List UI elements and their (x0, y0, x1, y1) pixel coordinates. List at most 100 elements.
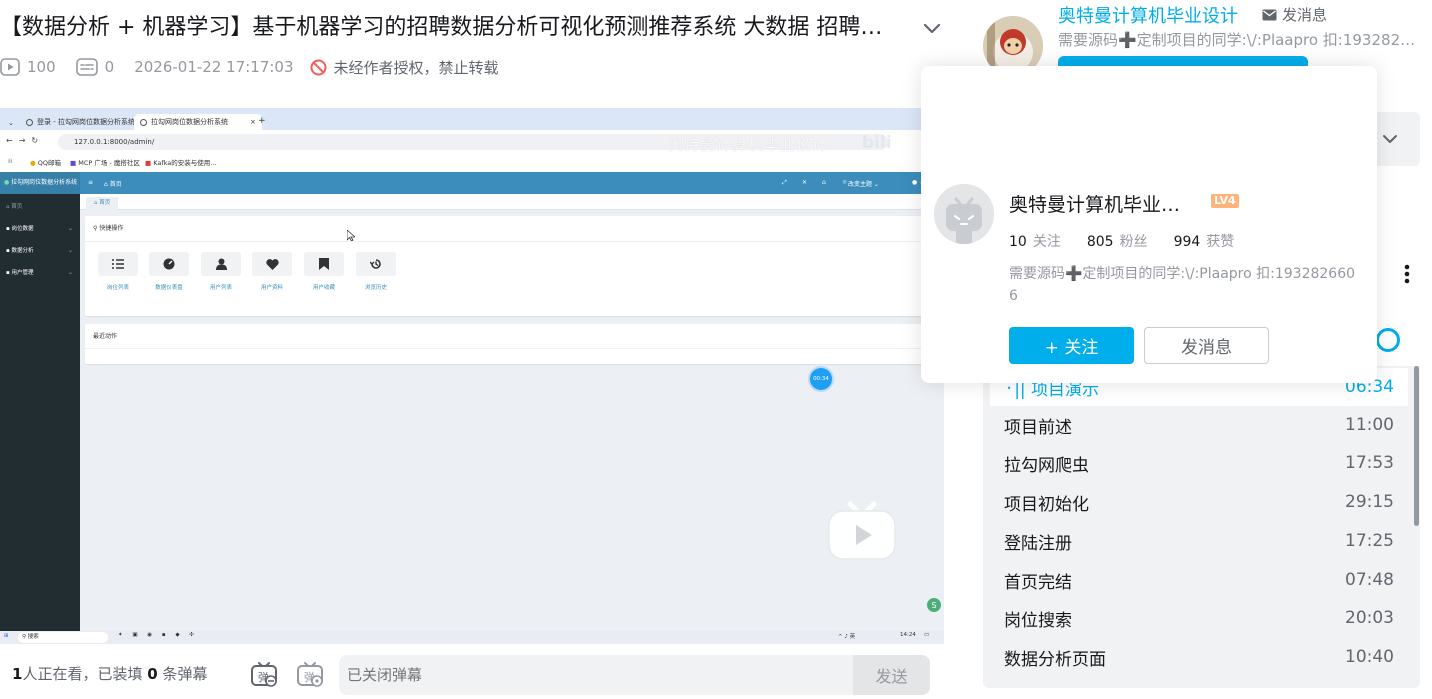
admin-brand: ● 拉勾网岗位数据分析系统 (0, 172, 80, 194)
notification-icon: ▭ (924, 632, 930, 638)
browser-tab-label: 拉勾网岗位数据分析系统 (151, 118, 228, 126)
episode-title: 项目前述 (1004, 417, 1072, 438)
danmaku-input[interactable] (339, 655, 854, 695)
video-watermark: 奥特曼计算机毕业设计 (668, 136, 829, 154)
new-tab-icon: + (258, 116, 266, 126)
recent-actions-title: 最近动作 (93, 333, 118, 340)
admin-tab-bar: ⌂ 首页 (80, 194, 944, 210)
menu-toggle-icon: ≡ (88, 179, 94, 186)
episode-title: 岗位搜索 (1004, 610, 1072, 631)
home-icon: ⌂ (822, 179, 826, 186)
following-stat[interactable]: 10 关注 (1009, 231, 1061, 251)
episode-item[interactable]: 拉勾网爬虫 17:53 (990, 444, 1408, 482)
browser-tab-strip: ⌄ 登录 - 拉勾网岗位数据分析系统 × 拉勾网岗位数据分析系统 × + (0, 108, 944, 130)
author-message-button[interactable]: 发消息 (1262, 4, 1327, 25)
user-icon (215, 258, 227, 270)
danmaku-count-icon (75, 58, 98, 76)
admin-sidebar: ⌂ 首页 ▪ 岗位数据 ⌄ ▪ 数据分析 ⌄ ▪ 用户管理 ⌄ (0, 194, 80, 644)
quick-actions-panel: ⚲ 快捷操作 岗位列表 数据仪表盘 用户列表 用户资料 用户收藏 浏览历史 (85, 216, 935, 316)
more-options-icon[interactable] (1400, 262, 1414, 286)
user-card-avatar[interactable] (934, 184, 994, 244)
bookmark-item: ● QQ邮箱 (30, 159, 61, 167)
bookmark-icon (319, 258, 329, 270)
bookmark-item: ■ Kafka的安装与使用... (145, 159, 217, 167)
bookmark-item: ■ MCP 广场 - 魔搭社区 (70, 159, 140, 167)
danmaku-send-button[interactable]: 发送 (853, 655, 930, 695)
episode-list-scrollbar[interactable] (1414, 366, 1419, 526)
admin-home-link: ⌂ 首页 (104, 181, 122, 188)
episode-title: 数据分析页面 (1004, 649, 1106, 670)
author-description: 需要源码➕定制项目的同学:\/:Plaapro 扣:1932826606 (1058, 31, 1418, 49)
taskbar-apps: ✦ ▣ ◉ ▪ ◆ ✣ (118, 632, 198, 638)
video-title: 【数据分析 + 机器学习】基于机器学习的招聘数据分析可视化预测推荐系统 大数据 … (0, 15, 895, 40)
quick-action: 数据仪表盘 (149, 252, 189, 291)
admin-main: ⌂ 首页 ⚲ 快捷操作 岗位列表 数据仪表盘 用户列表 用户资料 用户收藏 浏览… (80, 194, 944, 644)
follow-button[interactable]: + 关注 (1009, 327, 1134, 364)
video-player[interactable]: ⌄ 登录 - 拉勾网岗位数据分析系统 × 拉勾网岗位数据分析系统 × + ←→↻… (0, 104, 944, 644)
apps-icon: ⁞⁞ (8, 157, 13, 165)
quick-action: 用户资料 (252, 252, 292, 291)
mail-icon (1262, 9, 1277, 20)
history-icon (370, 259, 381, 269)
admin-sidebar-item: ▪ 数据分析 ⌄ (6, 247, 73, 254)
chevron-down-icon[interactable] (920, 16, 944, 40)
danmaku-settings-icon[interactable]: 弹 (296, 660, 324, 688)
chevron-down-icon[interactable] (1378, 127, 1402, 151)
danmaku-bar: 1人正在看，已装填 0 条弹幕 弹 弹 发送 (0, 644, 944, 699)
timestamp-bubble: 00:34 (810, 368, 832, 390)
episode-item[interactable]: 项目前述 11:00 (990, 406, 1408, 444)
episode-duration: 10:40 (1345, 647, 1394, 667)
user-card-popup: 奥特曼计算机毕业… LV4 10 关注 805 粉丝 994 获赞 需要源码➕定制项目… (921, 66, 1377, 383)
episode-item[interactable]: 登陆注册 17:25 (990, 522, 1408, 560)
danmaku-toggle-icon[interactable]: 弹 (250, 660, 278, 688)
episode-duration: 20:03 (1345, 608, 1394, 628)
episode-title: 首页完结 (1004, 572, 1072, 593)
list-icon (112, 259, 124, 269)
play-count: 100 (0, 58, 56, 76)
danmaku-count: 0 (75, 58, 114, 76)
status-badge: S (927, 598, 941, 612)
recent-actions-panel: 最近动作 (85, 324, 935, 364)
expand-icon: ⤢ (782, 179, 787, 186)
episode-item[interactable]: 数据分析页面 10:40 (990, 638, 1408, 676)
no-repost-icon (310, 59, 326, 75)
windows-start-icon: ⊞ (4, 633, 9, 639)
episode-duration: 17:53 (1345, 453, 1394, 473)
dashboard-icon (163, 258, 175, 270)
watching-status: 1人正在看，已装填 0 条弹幕 (12, 665, 208, 683)
episode-duration: 17:25 (1345, 531, 1394, 551)
user-card-name[interactable]: 奥特曼计算机毕业… (1009, 190, 1180, 217)
episode-duration: 11:00 (1345, 415, 1394, 435)
play-button-icon[interactable] (826, 494, 898, 562)
episode-title: 登陆注册 (1004, 533, 1072, 554)
fans-stat[interactable]: 805 粉丝 (1087, 231, 1148, 251)
taskbar-time: 14:24 (900, 632, 916, 638)
episode-item[interactable]: 首页完结 07:48 (990, 561, 1408, 599)
admin-sidebar-item: ⌂ 首页 (6, 204, 23, 210)
episode-item[interactable]: 岗位搜索 20:03 (990, 599, 1408, 637)
mouse-cursor-icon (347, 230, 355, 241)
message-button[interactable]: 发消息 (1144, 327, 1269, 364)
author-name[interactable]: 奥特曼计算机毕业设计 (1058, 2, 1238, 28)
admin-tab-home: ⌂ 首页 (86, 197, 119, 210)
theme-switch: 改变主题 ⌄ (848, 181, 879, 188)
windows-taskbar: ⊞ ⚲ 搜索 ✦ ▣ ◉ ▪ ◆ ✣ ^ ♪ 英 14:24 ▭ (0, 631, 944, 644)
browser-menu-icon: ⌄ (8, 119, 14, 127)
admin-top-bar: ● 拉勾网岗位数据分析系统 ≡ ⌂ 首页 ⤢ ✕ ⌂ ☼ 改变主题 ⌄ ● ⌄ (0, 172, 944, 194)
play-count-icon (0, 58, 20, 76)
episode-duration: 29:15 (1345, 492, 1394, 512)
publish-time: 2026-01-22 17:17:03 (134, 58, 294, 76)
copyright-notice: 未经作者授权，禁止转载 (310, 57, 499, 78)
episode-item[interactable]: 项目初始化 29:15 (990, 483, 1408, 521)
browser-tab-label: 登录 - 拉勾网岗位数据分析系统 (37, 118, 135, 126)
likes-stat: 994 获赞 (1173, 234, 1235, 250)
browser-nav-icons: ←→↻ (6, 136, 45, 145)
episode-list: ᛫|| 项目演示 06:34 项目前述 11:00 拉勾网爬虫 17:53 项目初始… (983, 366, 1420, 688)
autoplay-toggle[interactable] (1376, 328, 1400, 352)
bookmark-bar: ⁞⁞ ● QQ邮箱 ■ MCP 广场 - 魔搭社区 ■ Kafka的安装与使用.… (0, 154, 944, 170)
video-meta: 100 0 2026-01-22 17:17:03 未经作者授权，禁止转载 (0, 56, 499, 78)
theme-icon: ☼ (842, 179, 848, 186)
quick-action: 岗位列表 (98, 252, 138, 291)
play-count-value: 100 (27, 58, 56, 76)
quick-action: 浏览历史 (356, 252, 396, 291)
